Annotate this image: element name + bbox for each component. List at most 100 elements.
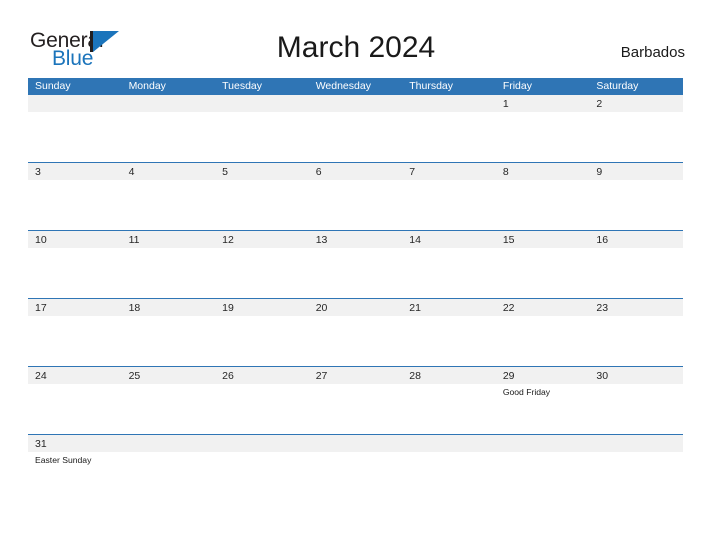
day-cell[interactable]: 2 xyxy=(589,95,683,112)
day-event xyxy=(309,112,403,114)
day-cell[interactable]: 6 xyxy=(309,163,403,180)
week-event-strip: Easter Sunday xyxy=(28,452,683,466)
weekday-saturday: Saturday xyxy=(596,80,639,92)
day-event xyxy=(309,316,403,318)
day-event xyxy=(589,452,683,466)
day-cell[interactable]: 31 xyxy=(28,435,122,452)
weekday-monday: Monday xyxy=(128,80,166,92)
day-cell[interactable]: 8 xyxy=(496,163,590,180)
day-event xyxy=(589,248,683,250)
day-cell[interactable]: 18 xyxy=(122,299,216,316)
day-cell[interactable]: 14 xyxy=(402,231,496,248)
day-event xyxy=(589,112,683,114)
calendar-grid: Sunday Monday Tuesday Wednesday Thursday… xyxy=(28,78,683,479)
day-cell[interactable]: 24 xyxy=(28,367,122,384)
day-event xyxy=(28,248,122,250)
day-event xyxy=(28,384,122,398)
day-cell[interactable] xyxy=(215,435,309,452)
day-cell[interactable] xyxy=(496,435,590,452)
day-cell[interactable]: 21 xyxy=(402,299,496,316)
day-cell[interactable]: 19 xyxy=(215,299,309,316)
day-cell[interactable]: 25 xyxy=(122,367,216,384)
day-cell[interactable] xyxy=(122,435,216,452)
weekday-friday: Friday xyxy=(502,80,532,92)
day-cell[interactable]: 5 xyxy=(215,163,309,180)
week-event-strip xyxy=(28,180,683,182)
country-label: Barbados xyxy=(620,44,685,61)
day-event xyxy=(215,452,309,466)
day-cell[interactable] xyxy=(402,435,496,452)
day-cell[interactable] xyxy=(589,435,683,452)
day-cell[interactable]: 4 xyxy=(122,163,216,180)
day-event xyxy=(402,112,496,114)
day-cell[interactable]: 13 xyxy=(309,231,403,248)
day-cell[interactable]: 29 xyxy=(496,367,590,384)
day-cell[interactable]: 26 xyxy=(215,367,309,384)
day-event xyxy=(122,316,216,318)
week-date-strip: 24 25 26 27 28 29 30 xyxy=(28,367,683,384)
day-cell[interactable] xyxy=(28,95,122,112)
day-cell[interactable]: 10 xyxy=(28,231,122,248)
day-event xyxy=(589,316,683,318)
day-cell[interactable] xyxy=(309,95,403,112)
day-event xyxy=(496,316,590,318)
weekday-header-row: Sunday Monday Tuesday Wednesday Thursday… xyxy=(28,78,683,95)
day-event xyxy=(215,248,309,250)
day-cell[interactable]: 9 xyxy=(589,163,683,180)
day-cell[interactable]: 27 xyxy=(309,367,403,384)
day-cell[interactable]: 1 xyxy=(496,95,590,112)
week-event-strip: Good Friday xyxy=(28,384,683,398)
day-cell[interactable]: 11 xyxy=(122,231,216,248)
weekday-thursday: Thursday xyxy=(409,80,454,92)
day-event xyxy=(402,180,496,182)
day-cell[interactable] xyxy=(215,95,309,112)
weekday-tuesday: Tuesday xyxy=(222,80,263,92)
day-event xyxy=(28,316,122,318)
day-event-easter-sunday: Easter Sunday xyxy=(35,455,92,465)
day-cell[interactable]: 7 xyxy=(402,163,496,180)
day-event xyxy=(122,180,216,182)
page-header: General Blue March 2024 Barbados xyxy=(0,0,712,78)
day-event xyxy=(309,180,403,182)
day-cell[interactable]: 17 xyxy=(28,299,122,316)
day-cell[interactable]: 12 xyxy=(215,231,309,248)
day-cell[interactable] xyxy=(309,435,403,452)
day-event xyxy=(28,180,122,182)
day-event xyxy=(309,384,403,398)
day-event-good-friday: Good Friday xyxy=(502,387,551,397)
day-event xyxy=(122,384,216,398)
day-event xyxy=(215,180,309,182)
day-event xyxy=(215,112,309,114)
day-cell[interactable]: 15 xyxy=(496,231,590,248)
week-date-strip: 3 4 5 6 7 8 9 xyxy=(28,163,683,180)
week-date-strip: 17 18 19 20 21 22 23 xyxy=(28,299,683,316)
week-row: 1 2 xyxy=(28,95,683,162)
day-event xyxy=(215,384,309,398)
weekday-wednesday: Wednesday xyxy=(315,80,371,92)
day-event xyxy=(122,452,216,466)
week-row: 17 18 19 20 21 22 23 xyxy=(28,299,683,366)
day-cell[interactable]: 3 xyxy=(28,163,122,180)
day-cell[interactable]: 23 xyxy=(589,299,683,316)
week-date-strip: 31 xyxy=(28,435,683,452)
day-cell[interactable]: 16 xyxy=(589,231,683,248)
day-cell[interactable]: 20 xyxy=(309,299,403,316)
day-event xyxy=(589,180,683,182)
day-cell[interactable] xyxy=(402,95,496,112)
week-date-strip: 10 11 12 13 14 15 16 xyxy=(28,231,683,248)
page-title: March 2024 xyxy=(276,31,436,64)
day-cell[interactable]: 30 xyxy=(589,367,683,384)
week-date-strip: 1 2 xyxy=(28,95,683,112)
day-cell[interactable]: 22 xyxy=(496,299,590,316)
day-cell[interactable]: 28 xyxy=(402,367,496,384)
day-event xyxy=(496,180,590,182)
calendar-page: General Blue March 2024 Barbados Sunday … xyxy=(0,0,712,550)
day-cell[interactable] xyxy=(122,95,216,112)
day-event xyxy=(309,248,403,250)
day-event xyxy=(496,248,590,250)
day-event xyxy=(309,452,403,466)
day-event xyxy=(589,384,683,398)
day-event xyxy=(122,112,216,114)
day-event xyxy=(496,112,590,114)
week-row: 3 4 5 6 7 8 9 xyxy=(28,163,683,230)
